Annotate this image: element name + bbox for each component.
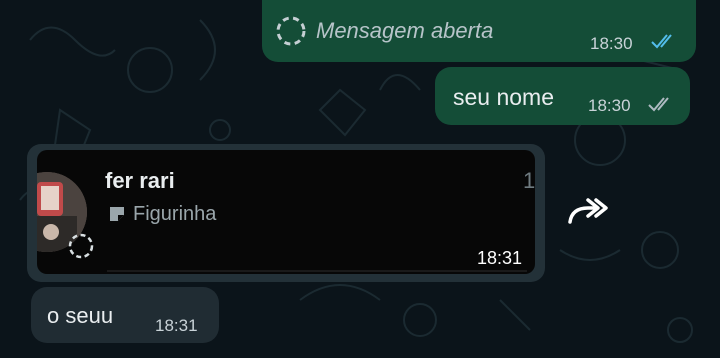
sticker-icon (110, 207, 124, 221)
spinner-icon (276, 16, 306, 46)
forward-icon[interactable] (566, 192, 610, 232)
message-bubble-outgoing[interactable]: Mensagem aberta 18:30 (262, 0, 696, 62)
message-time: 18:30 (588, 96, 631, 115)
message-bubble-outgoing[interactable]: seu nome 18:30 (435, 67, 690, 125)
status-reply-bubble[interactable]: fer rari 18 Figurinha 18:31 (27, 144, 545, 282)
message-bubble-incoming[interactable]: o seuu 18:31 (31, 287, 219, 343)
message-time: 18:31 (477, 248, 523, 268)
delivered-ticks-icon (648, 97, 669, 112)
message-text: o seuu (47, 303, 114, 328)
quoted-contact-name: fer rari (105, 168, 175, 193)
quoted-type-label: Figurinha (133, 203, 217, 225)
read-ticks-icon (651, 34, 672, 49)
message-text: seu nome (453, 84, 555, 110)
message-text: Mensagem aberta (316, 18, 494, 43)
message-time: 18:31 (155, 316, 198, 335)
quoted-truncated-text: 18 (523, 168, 535, 193)
message-time: 18:30 (590, 34, 633, 53)
quoted-status-preview[interactable]: fer rari 18 Figurinha 18:31 (37, 150, 535, 274)
timer-icon (68, 233, 94, 259)
divider (107, 270, 527, 272)
